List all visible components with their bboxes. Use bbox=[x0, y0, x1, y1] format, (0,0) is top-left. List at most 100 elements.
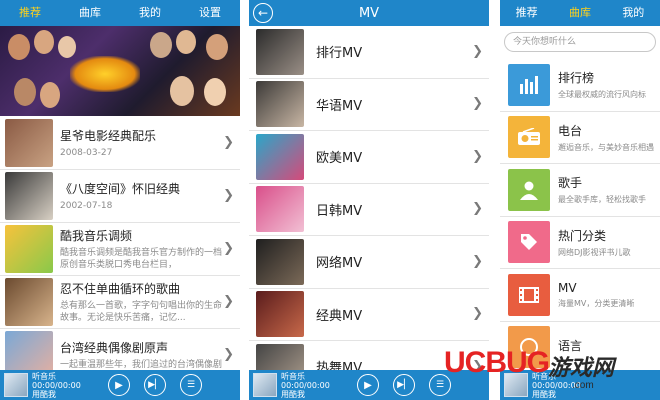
banner-face bbox=[176, 30, 196, 54]
list-item[interactable]: 电台 邂逅音乐，与美妙音乐相遇 bbox=[500, 112, 660, 164]
album-art[interactable] bbox=[4, 373, 28, 397]
player-line1: 听音乐 bbox=[281, 371, 305, 381]
title-bar: ← MV bbox=[249, 0, 489, 26]
chevron-right-icon: ❯ bbox=[472, 43, 483, 59]
item-thumbnail bbox=[5, 225, 53, 273]
item-thumbnail bbox=[5, 278, 53, 326]
site-watermark: UCBUG 游戏网 .com bbox=[432, 340, 660, 400]
promo-banner[interactable] bbox=[0, 26, 240, 116]
item-description: 网络DJ影视评书儿歌 bbox=[558, 247, 631, 257]
next-button[interactable]: ▶▏ bbox=[393, 374, 415, 396]
item-title: 排行榜 bbox=[558, 71, 595, 86]
radio-icon bbox=[508, 116, 550, 159]
item-thumbnail bbox=[256, 28, 304, 75]
banner-face bbox=[170, 76, 194, 106]
tab-library[interactable]: 曲库 bbox=[60, 0, 120, 26]
item-thumbnail bbox=[5, 119, 53, 167]
list-item[interactable]: 日韩MV ❯ bbox=[249, 184, 489, 236]
item-title: 歌手 bbox=[558, 176, 583, 191]
banner-face bbox=[8, 34, 30, 60]
tab-recommend[interactable]: 推荐 bbox=[500, 0, 553, 26]
item-title: 网络MV bbox=[316, 256, 363, 272]
tab-mine[interactable]: 我的 bbox=[120, 0, 180, 26]
item-title: 酷我音乐调频 bbox=[60, 229, 133, 243]
list-item[interactable]: MV 海量MV，分类更清晰 bbox=[500, 269, 660, 322]
list-item[interactable]: 星爷电影经典配乐 2008-03-27 ❯ bbox=[0, 117, 240, 170]
recommend-list: 星爷电影经典配乐 2008-03-27 ❯ 《八度空间》怀旧经典 2002-07… bbox=[0, 117, 240, 382]
item-date: 2008-03-27 bbox=[60, 148, 113, 158]
tab-mine[interactable]: 我的 bbox=[607, 0, 660, 26]
item-description: 最全歌手库，轻松找歌手 bbox=[558, 195, 646, 205]
item-date: 2002-07-18 bbox=[60, 201, 113, 211]
show-logo bbox=[70, 56, 140, 92]
album-art[interactable] bbox=[253, 373, 277, 397]
back-button[interactable]: ← bbox=[253, 3, 273, 23]
item-description: 海量MV，分类更清晰 bbox=[558, 298, 635, 308]
player-time: 00:00/00:00 bbox=[281, 380, 330, 390]
watermark-url: .com bbox=[572, 380, 594, 391]
search-input[interactable]: 今天你想听什么 bbox=[504, 32, 656, 52]
list-item[interactable]: 《八度空间》怀旧经典 2002-07-18 ❯ bbox=[0, 170, 240, 223]
list-item[interactable]: 经典MV ❯ bbox=[249, 289, 489, 341]
banner-face bbox=[58, 36, 76, 58]
item-title: 《八度空间》怀旧经典 bbox=[60, 182, 181, 196]
item-title: 排行MV bbox=[316, 46, 363, 62]
chevron-right-icon: ❯ bbox=[223, 135, 234, 150]
chevron-right-icon: ❯ bbox=[472, 96, 483, 112]
chevron-right-icon: ❯ bbox=[223, 294, 234, 309]
chevron-right-icon: ❯ bbox=[472, 253, 483, 269]
list-item[interactable]: 忍不住单曲循环的歌曲 总有那么一首歌，字字句句唱出你的生命故事。无论是快乐苦痛，… bbox=[0, 276, 240, 329]
playlist-icon: ☰ bbox=[186, 380, 196, 390]
chevron-right-icon: ❯ bbox=[223, 241, 234, 256]
list-item[interactable]: 网络MV ❯ bbox=[249, 236, 489, 289]
playlist-button[interactable]: ☰ bbox=[180, 374, 202, 396]
film-icon bbox=[508, 273, 550, 316]
banner-face bbox=[14, 78, 36, 106]
item-description: 全球最权威的流行风向标 bbox=[558, 90, 646, 100]
tab-recommend[interactable]: 推荐 bbox=[0, 0, 60, 26]
player-time: 00:00/00:00 bbox=[32, 380, 81, 390]
list-item[interactable]: 热门分类 网络DJ影视评书儿歌 bbox=[500, 217, 660, 269]
mv-category-list: 排行MV ❯ 华语MV ❯ 欧美MV ❯ 日韩MV ❯ 网络MV ❯ 经典MV … bbox=[249, 26, 489, 394]
chevron-right-icon: ❯ bbox=[472, 148, 483, 164]
tag-icon bbox=[508, 221, 550, 264]
item-thumbnail bbox=[256, 133, 304, 180]
watermark-brand: UCBUG bbox=[444, 346, 550, 379]
top-tab-bar: 推荐 曲库 我的 bbox=[500, 0, 660, 26]
player-info: 听音乐 00:00/00:00 用酷我 bbox=[281, 372, 343, 399]
list-item[interactable]: 华语MV ❯ bbox=[249, 79, 489, 131]
mini-player: 听音乐 00:00/00:00 用酷我 ▶ ▶▏ ☰ bbox=[0, 370, 240, 400]
library-category-list: 排行榜 全球最权威的流行风向标 电台 邂逅音乐，与美妙音乐相遇 歌手 最全歌手库… bbox=[500, 59, 660, 374]
chevron-right-icon: ❯ bbox=[472, 201, 483, 217]
list-item[interactable]: 欧美MV ❯ bbox=[249, 131, 489, 184]
search-placeholder: 今天你想听什么 bbox=[513, 37, 577, 47]
item-title: 热门分类 bbox=[558, 228, 607, 243]
item-thumbnail bbox=[256, 81, 304, 128]
list-item[interactable]: 酷我音乐调频 酷我音乐调频是酷我音乐官方制作的一档原创音乐类脱口秀电台栏目， ❯ bbox=[0, 223, 240, 276]
list-item[interactable]: 排行MV ❯ bbox=[249, 26, 489, 79]
player-line1: 听音乐 bbox=[32, 371, 56, 381]
player-line3: 用酷我 bbox=[32, 389, 56, 399]
bar-chart-icon bbox=[508, 63, 550, 106]
item-title: 欧美MV bbox=[316, 151, 363, 167]
list-item[interactable]: 歌手 最全歌手库，轻松找歌手 bbox=[500, 164, 660, 217]
next-icon: ▶▏ bbox=[148, 380, 162, 390]
item-title: MV bbox=[558, 280, 577, 295]
play-button[interactable]: ▶ bbox=[108, 374, 130, 396]
banner-face bbox=[34, 30, 54, 54]
next-icon: ▶▏ bbox=[397, 380, 411, 390]
top-tab-bar: 推荐 曲库 我的 设置 bbox=[0, 0, 240, 26]
item-thumbnail bbox=[5, 172, 53, 220]
tab-settings[interactable]: 设置 bbox=[180, 0, 240, 26]
player-info: 听音乐 00:00/00:00 用酷我 bbox=[32, 372, 94, 399]
next-button[interactable]: ▶▏ bbox=[144, 374, 166, 396]
page-title: MV bbox=[358, 5, 380, 21]
watermark-cn-text: 游戏网 bbox=[548, 356, 615, 381]
chevron-right-icon: ❯ bbox=[472, 306, 483, 322]
tab-library[interactable]: 曲库 bbox=[553, 0, 606, 26]
banner-face bbox=[40, 82, 60, 108]
banner-face bbox=[206, 34, 228, 60]
list-item[interactable]: 排行榜 全球最权威的流行风向标 bbox=[500, 59, 660, 112]
play-button[interactable]: ▶ bbox=[357, 374, 379, 396]
item-thumbnail bbox=[256, 186, 304, 233]
